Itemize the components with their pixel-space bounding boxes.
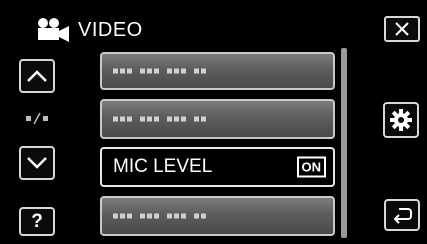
help-label: ? [31,211,43,232]
menu-item-2[interactable] [100,99,335,139]
chevron-up-icon [27,70,47,82]
close-button[interactable] [384,16,420,42]
menu-item-4[interactable] [100,196,335,236]
menu-item-mic-level[interactable]: MIC LEVEL ON [100,147,335,187]
menu-header: VIDEO [34,14,143,46]
video-camera-icon [38,18,69,42]
chevron-down-icon [27,157,47,169]
menu-item-label: MIC LEVEL [113,156,213,177]
settings-button[interactable] [383,102,419,138]
gear-icon [390,109,412,131]
camera-menu-screen: VIDEO ? MIC LEVEL ON [0,0,427,244]
menu-item-1[interactable] [100,52,335,90]
placeholder-dots [113,68,214,74]
menu-title: VIDEO [78,18,143,41]
help-button[interactable]: ? [19,207,55,236]
back-arrow-icon [393,208,412,224]
placeholder-dots [113,116,214,122]
scroll-up-button[interactable] [19,59,55,93]
placeholder-dots [113,213,214,219]
page-indicator-icon [26,112,48,125]
close-icon [395,22,409,36]
back-button[interactable] [384,199,420,231]
scroll-down-button[interactable] [19,146,55,180]
status-badge: ON [296,156,326,178]
scrollbar[interactable] [341,48,347,238]
